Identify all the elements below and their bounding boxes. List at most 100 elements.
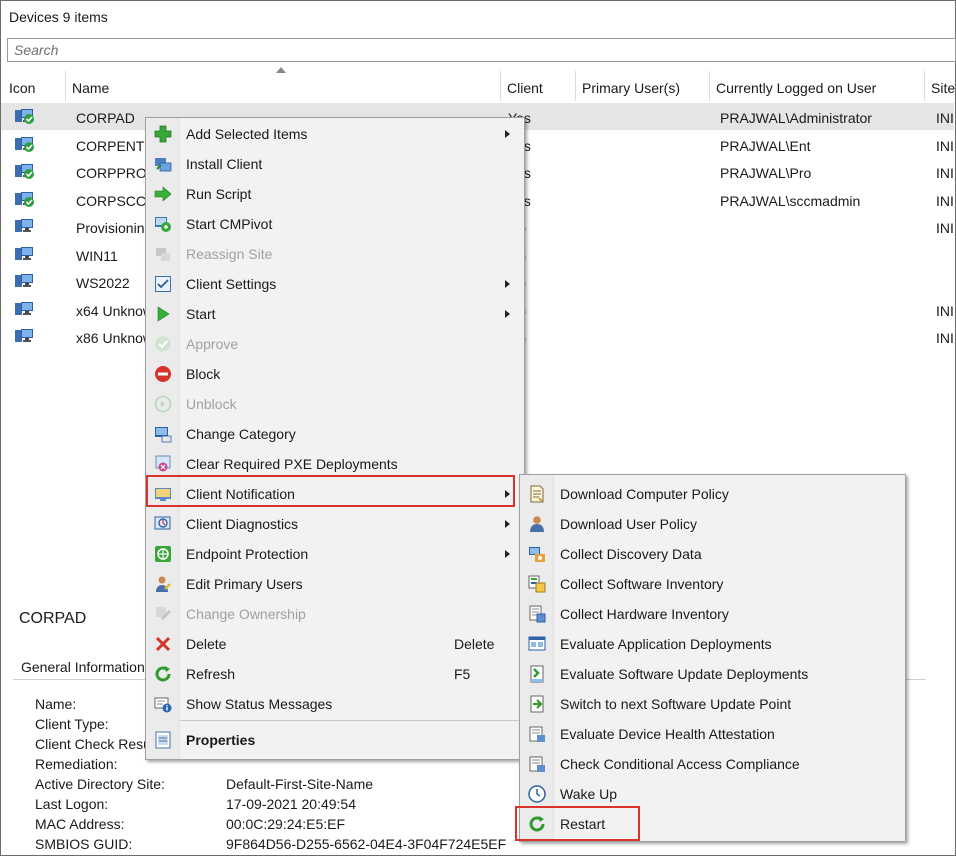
app-deployment-icon bbox=[528, 635, 546, 653]
detail-label: Remediation: bbox=[35, 756, 118, 772]
pxe-icon bbox=[154, 455, 172, 473]
search-box[interactable] bbox=[7, 38, 956, 62]
menu-item-label: Endpoint Protection bbox=[186, 546, 309, 562]
submenu-item-evaluate-software-update-deployments[interactable]: Evaluate Software Update Deployments bbox=[520, 659, 905, 689]
menu-item-add-selected-items[interactable]: Add Selected Items bbox=[146, 119, 524, 149]
menu-item-label: Show Status Messages bbox=[186, 696, 333, 712]
site-code: INI bbox=[936, 165, 954, 181]
column-header-site[interactable]: Site bbox=[927, 71, 956, 101]
submenu-item-label: Collect Software Inventory bbox=[560, 576, 724, 592]
menu-item-change-ownership[interactable]: Change Ownership bbox=[146, 599, 524, 629]
menu-item-label: Change Category bbox=[186, 426, 296, 442]
menu-item-label: Client Diagnostics bbox=[186, 516, 299, 532]
managed-computer-icon bbox=[14, 190, 36, 208]
edit-users-icon bbox=[154, 575, 172, 593]
menu-item-label: Properties bbox=[186, 732, 256, 748]
computer-icon bbox=[14, 272, 36, 290]
submenu-item-label: Download User Policy bbox=[560, 516, 697, 532]
change-ownership-icon bbox=[154, 605, 172, 623]
menu-item-label: Clear Required PXE Deployments bbox=[186, 456, 398, 472]
column-header-logged-on-user[interactable]: Currently Logged on User bbox=[712, 71, 925, 101]
submenu-item-download-user-policy[interactable]: Download User Policy bbox=[520, 509, 905, 539]
site-code: INI bbox=[936, 330, 954, 346]
submenu-item-switch-to-next-software-update-point[interactable]: Switch to next Software Update Point bbox=[520, 689, 905, 719]
submenu-arrow-icon bbox=[505, 310, 510, 318]
menu-item-install-client[interactable]: Install Client bbox=[146, 149, 524, 179]
block-icon bbox=[154, 365, 172, 383]
computer-icon bbox=[14, 327, 36, 345]
device-name: CORPAD bbox=[76, 110, 135, 126]
search-input[interactable] bbox=[8, 39, 955, 61]
highlight-client-notification bbox=[146, 475, 515, 507]
menu-item-label: Delete bbox=[186, 636, 227, 652]
submenu-item-label: Wake Up bbox=[560, 786, 618, 802]
menu-item-change-category[interactable]: Change Category bbox=[146, 419, 524, 449]
properties-icon bbox=[154, 731, 172, 749]
logged-on-user: PRAJWAL\sccmadmin bbox=[720, 192, 861, 209]
page-title: Devices 9 items bbox=[9, 9, 108, 25]
submenu-item-check-conditional-access-compliance[interactable]: Check Conditional Access Compliance bbox=[520, 749, 905, 779]
menu-item-approve[interactable]: Approve bbox=[146, 329, 524, 359]
column-header-name[interactable]: Name bbox=[68, 71, 501, 101]
submenu-item-label: Switch to next Software Update Point bbox=[560, 696, 792, 712]
menu-item-start-cmpivot[interactable]: Start CMPivot bbox=[146, 209, 524, 239]
submenu-item-label: Evaluate Application Deployments bbox=[560, 636, 772, 652]
menu-item-client-diagnostics[interactable]: Client Diagnostics bbox=[146, 509, 524, 539]
device-name: WS2022 bbox=[76, 275, 130, 291]
menu-item-delete[interactable]: Delete Delete bbox=[146, 629, 524, 659]
managed-computer-icon bbox=[14, 107, 36, 125]
policy-document-icon bbox=[528, 485, 546, 503]
managed-computer-icon bbox=[14, 135, 36, 153]
menu-item-endpoint-protection[interactable]: Endpoint Protection bbox=[146, 539, 524, 569]
detail-value: 9F864D56-D255-6562-04E4-3F04F724E5EF bbox=[226, 836, 507, 852]
approve-check-icon bbox=[154, 335, 172, 353]
site-code: INI bbox=[936, 192, 954, 209]
context-menu: Add Selected Items Install Client Run Scri… bbox=[145, 117, 525, 760]
submenu-item-wake-up[interactable]: Wake Up bbox=[520, 779, 905, 809]
menu-item-refresh[interactable]: Refresh F5 bbox=[146, 659, 524, 689]
column-header-primary-users[interactable]: Primary User(s) bbox=[578, 71, 710, 101]
device-name: CORPENT bbox=[76, 137, 145, 154]
detail-label: Client Type: bbox=[35, 716, 109, 732]
refresh-icon bbox=[154, 665, 172, 683]
green-plus-icon bbox=[154, 125, 172, 143]
menu-item-run-script[interactable]: Run Script bbox=[146, 179, 524, 209]
column-header-icon[interactable]: Icon bbox=[5, 71, 66, 101]
menu-item-edit-primary-users[interactable]: Edit Primary Users bbox=[146, 569, 524, 599]
highlight-restart bbox=[515, 806, 640, 841]
submenu-item-label: Evaluate Device Health Attestation bbox=[560, 726, 775, 742]
submenu-item-download-computer-policy[interactable]: Download Computer Policy bbox=[520, 479, 905, 509]
detail-label: Client Check Result: bbox=[35, 736, 162, 752]
submenu-item-evaluate-device-health-attestation[interactable]: Evaluate Device Health Attestation bbox=[520, 719, 905, 749]
column-header-client[interactable]: Client bbox=[503, 71, 576, 101]
submenu-item-collect-discovery-data[interactable]: Collect Discovery Data bbox=[520, 539, 905, 569]
menu-item-unblock[interactable]: Unblock bbox=[146, 389, 524, 419]
devices-header: Devices 9 items bbox=[1, 1, 954, 35]
play-icon bbox=[154, 305, 172, 323]
menu-item-reassign-site[interactable]: Reassign Site bbox=[146, 239, 524, 269]
detail-label: MAC Address: bbox=[35, 816, 125, 832]
submenu-item-evaluate-application-deployments[interactable]: Evaluate Application Deployments bbox=[520, 629, 905, 659]
tab-general-information[interactable]: General Information bbox=[21, 659, 145, 675]
submenu-item-collect-hardware-inventory[interactable]: Collect Hardware Inventory bbox=[520, 599, 905, 629]
health-attestation-icon bbox=[528, 725, 546, 743]
logged-on-user: PRAJWAL\Ent bbox=[720, 137, 811, 154]
delete-x-icon bbox=[154, 635, 172, 653]
site-code: INI bbox=[936, 137, 954, 154]
submenu-item-label: Check Conditional Access Compliance bbox=[560, 756, 800, 772]
submenu-item-label: Evaluate Software Update Deployments bbox=[560, 666, 809, 682]
menu-item-properties[interactable]: Properties bbox=[146, 725, 524, 755]
detail-label: Last Logon: bbox=[35, 796, 109, 812]
client-notification-submenu: Download Computer Policy Download User Po… bbox=[519, 474, 906, 842]
menu-shortcut: Delete bbox=[454, 636, 495, 652]
logged-on-user: PRAJWAL\Pro bbox=[720, 165, 812, 181]
menu-item-label: Unblock bbox=[186, 396, 237, 412]
clock-icon bbox=[528, 785, 546, 803]
menu-item-label: Client Settings bbox=[186, 276, 277, 292]
menu-item-show-status-messages[interactable]: Show Status Messages bbox=[146, 689, 524, 719]
menu-item-client-settings[interactable]: Client Settings bbox=[146, 269, 524, 299]
submenu-item-collect-software-inventory[interactable]: Collect Software Inventory bbox=[520, 569, 905, 599]
site-code: INI bbox=[936, 110, 954, 126]
menu-item-start[interactable]: Start bbox=[146, 299, 524, 329]
menu-item-block[interactable]: Block bbox=[146, 359, 524, 389]
